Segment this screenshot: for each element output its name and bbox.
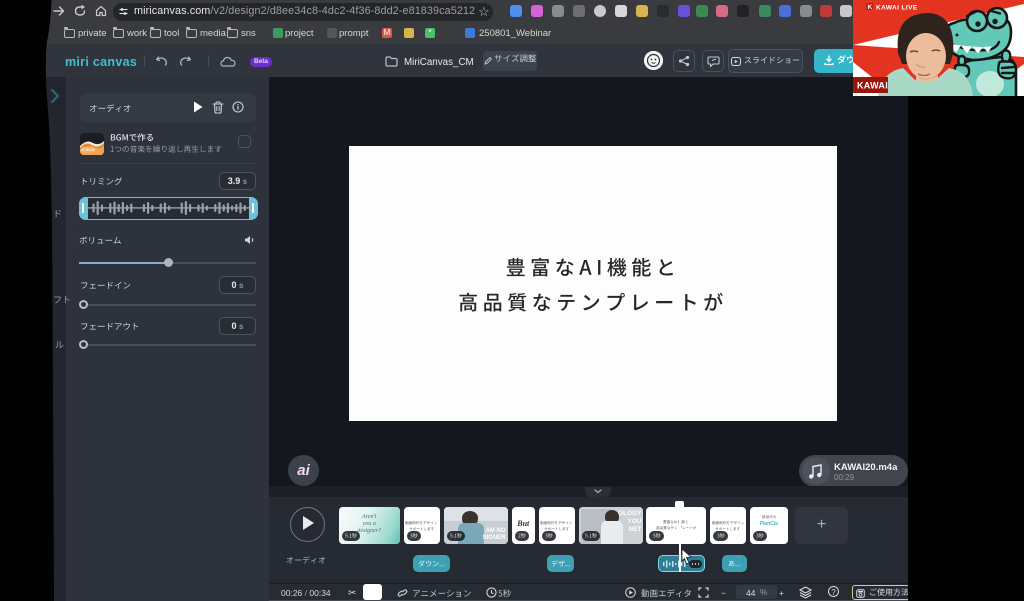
svg-text:K: K [868, 4, 873, 11]
svg-text:KAWAI LIVE: KAWAI LIVE [876, 5, 918, 12]
svg-text:KAWAI: KAWAI [857, 81, 888, 91]
